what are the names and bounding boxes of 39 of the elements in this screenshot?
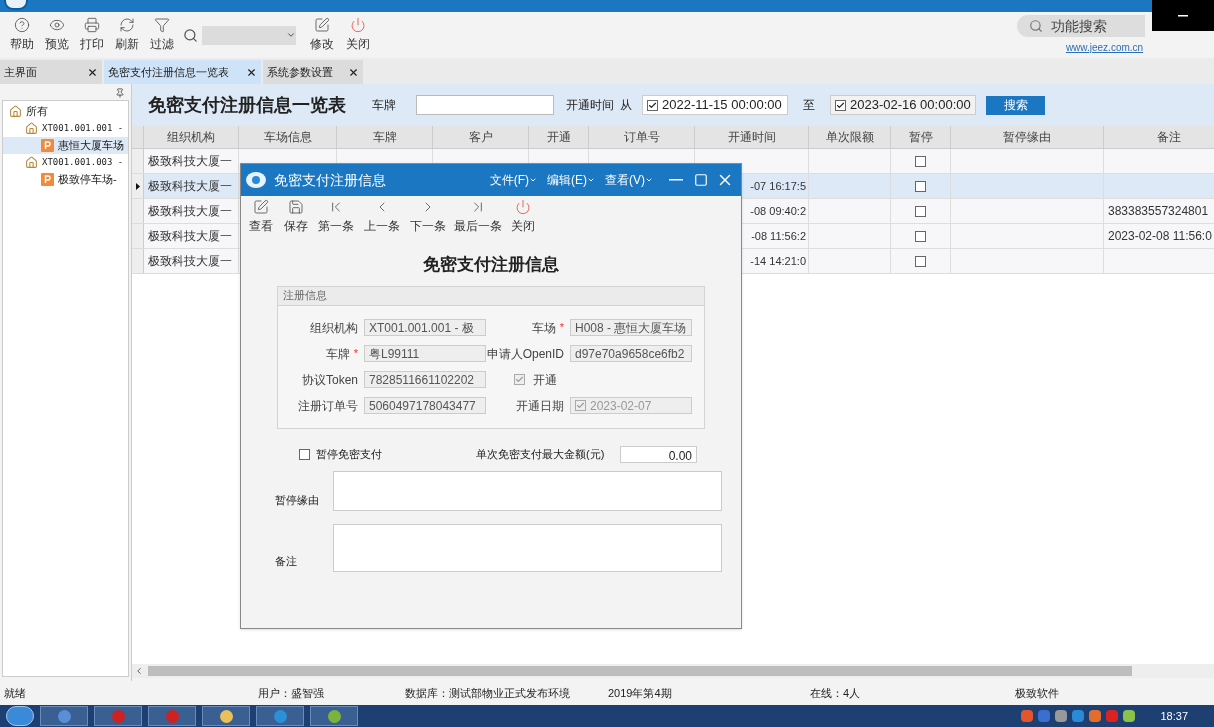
field-label: 车牌 [325, 345, 350, 363]
to-label: 至 [803, 97, 815, 114]
table-cell-text: 极致科技大厦一 [148, 153, 232, 170]
table-cell-text: -08 11:56:2 [751, 228, 806, 244]
field-label: 协议Token [301, 371, 358, 389]
table-cell-text: 2023-02-08 11:56:0 [1108, 228, 1212, 245]
table-cell-text: 383383557324801 [1108, 203, 1209, 220]
plate-label: 车牌 [372, 97, 396, 114]
required-mark: * [353, 346, 358, 362]
field-label: 车场 [531, 319, 556, 337]
field-label: 开通 [533, 371, 557, 389]
from-label: 从 [620, 97, 632, 114]
clock: 18:37 [1160, 708, 1188, 724]
remark-label: 备注 [275, 554, 298, 569]
status-text: 极致软件 [1015, 685, 1060, 701]
group-title: 注册信息 [278, 286, 704, 306]
table-cell-text: 极致科技大厦一 [148, 203, 232, 220]
status-text: 数据库：测试部物业正式发布环境 [405, 685, 571, 701]
field-label: 组织机构 [310, 319, 358, 337]
max-amount-label: 单次免密支付最大金额(元) [476, 447, 606, 463]
status-text: 在线：4人 [810, 685, 862, 701]
table-cell-text: -07 16:17:5 [750, 178, 806, 194]
page-title: 免密支付注册信息一览表 [148, 93, 347, 117]
status-text: 2019年第4期 [608, 685, 673, 701]
table-cell-text: -08 09:40:2 [750, 203, 806, 219]
pause-label: 暂停免密支付 [316, 447, 383, 463]
field-label: 注册订单号 [298, 397, 358, 415]
table-cell-text: 极致科技大厦一 [148, 228, 232, 245]
dialog-heading: 免密支付注册信息 [422, 254, 560, 276]
table-cell-text: -14 14:21:0 [750, 253, 806, 269]
table-cell-text: 极致科技大厦一 [148, 178, 232, 195]
status-text: 用户：盛智强 [258, 685, 325, 701]
field-label: 申请人OpenID [486, 345, 564, 363]
required-mark: * [559, 320, 564, 336]
table-cell-text: 极致科技大厦一 [148, 253, 232, 270]
field-label: 开通日期 [516, 397, 564, 415]
time-label: 开通时间 [566, 97, 614, 114]
pause-reason-label: 暂停缘由 [275, 493, 320, 508]
status-text: 就绪 [3, 685, 27, 701]
